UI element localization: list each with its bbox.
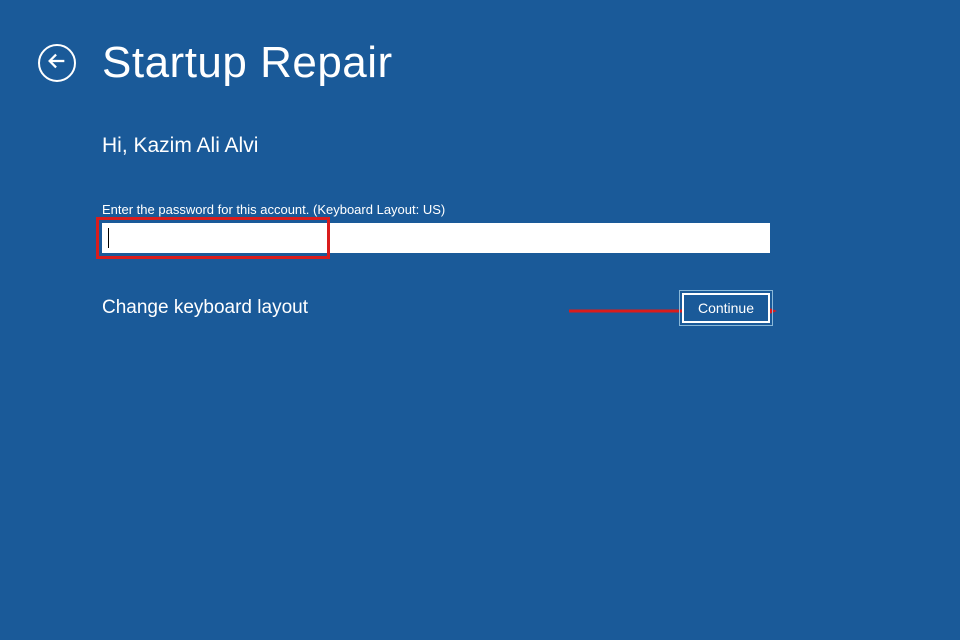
password-field-wrapper <box>102 223 770 253</box>
change-keyboard-layout-link[interactable]: Change keyboard layout <box>102 297 308 319</box>
continue-button[interactable]: Continue <box>682 293 770 323</box>
back-arrow-icon <box>46 50 68 77</box>
text-cursor-icon <box>108 228 109 248</box>
password-input[interactable] <box>102 223 770 253</box>
greeting-text: Hi, Kazim Ali Alvi <box>102 134 900 158</box>
action-row: Change keyboard layout Continue <box>102 297 770 319</box>
page-title: Startup Repair <box>102 38 393 88</box>
main-content: Hi, Kazim Ali Alvi Enter the password fo… <box>0 88 960 319</box>
password-prompt: Enter the password for this account. (Ke… <box>102 202 900 217</box>
back-button[interactable] <box>38 44 76 82</box>
header-bar: Startup Repair <box>0 0 960 88</box>
